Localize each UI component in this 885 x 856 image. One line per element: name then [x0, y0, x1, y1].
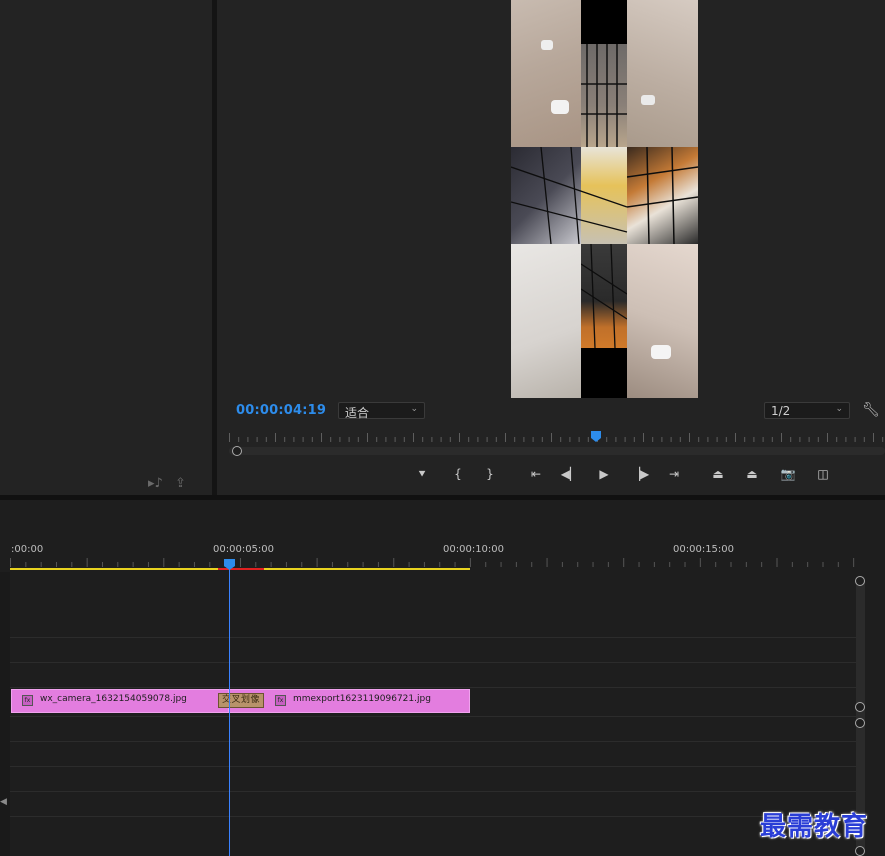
wrench-icon[interactable]: 🔧︎: [862, 402, 880, 418]
timeline-ruler[interactable]: [10, 556, 865, 570]
add-marker-icon[interactable]: ⯆: [411, 462, 433, 486]
extract-icon[interactable]: ⏏: [741, 462, 763, 486]
timeline-playhead-line: [229, 560, 230, 856]
comparison-view-icon[interactable]: ◫: [812, 462, 834, 486]
transport-controls: ⯆ {} ⇤ ◀▏ ▶ ▕▶ ⇥ ⏏ ⏏ 📷 ◫: [217, 462, 885, 488]
fx-badge-icon: fx: [22, 695, 33, 706]
ruler-label: 00:00:05:00: [213, 544, 275, 555]
go-to-in-icon[interactable]: ⇤: [525, 462, 547, 486]
track-row: [10, 741, 856, 742]
scrollbar-handle-top[interactable]: [855, 576, 865, 586]
step-forward-icon[interactable]: ▕▶: [629, 462, 651, 486]
track-arrow-icon: ◀: [0, 797, 7, 807]
export-icon[interactable]: ⇪: [175, 476, 186, 491]
clip-mmexport[interactable]: fx mmexport1623119096721.jpg: [229, 689, 470, 713]
program-playhead[interactable]: [591, 431, 601, 442]
zoom-scrollbar-handle[interactable]: [232, 446, 242, 456]
mark-in-icon[interactable]: {: [447, 462, 469, 486]
scrollbar-handle-top[interactable]: [855, 718, 865, 728]
watermark-logo: 最需教育: [760, 812, 869, 842]
play-icon[interactable]: ▶: [593, 462, 615, 486]
track-headers: [0, 572, 10, 856]
resolution-select[interactable]: 1/2 ⌄: [764, 402, 850, 419]
track-row: [10, 791, 856, 792]
step-back-icon[interactable]: ◀▏: [559, 462, 581, 486]
cross-wipe-transition[interactable]: 交叉划像: [218, 693, 264, 708]
mark-out-icon[interactable]: }: [479, 462, 501, 486]
chevron-down-icon: ⌄: [835, 404, 843, 414]
track-row: [10, 687, 856, 688]
ruler-label: 00:00:15:00: [673, 544, 735, 555]
track-row: [10, 816, 856, 817]
fit-select[interactable]: 适合 ⌄: [338, 402, 425, 420]
clip-name: mmexport1623119096721.jpg: [293, 694, 431, 704]
timeline-panel: :00:00 00:00:05:00 00:00:10:00 00:00:15:…: [0, 500, 885, 856]
insert-icon[interactable]: ▸♪: [148, 476, 163, 491]
program-time-ruler[interactable]: [229, 430, 885, 444]
playhead-timecode[interactable]: 00:00:04:19: [236, 403, 326, 418]
ruler-label: 00:00:10:00: [443, 544, 505, 555]
scrollbar-handle-bottom[interactable]: [855, 846, 865, 856]
go-to-out-icon[interactable]: ⇥: [663, 462, 685, 486]
resolution-select-value: 1/2: [771, 404, 791, 418]
timeline-playhead[interactable]: [223, 558, 236, 571]
source-panel: ▸♪ ⇪: [0, 0, 212, 495]
track-row: [10, 637, 856, 638]
clip-name: wx_camera_1632154059078.jpg: [40, 694, 187, 704]
chevron-down-icon: ⌄: [410, 404, 418, 414]
fx-badge-icon: fx: [275, 695, 286, 706]
scrollbar-handle-bottom[interactable]: [855, 702, 865, 712]
ruler-label: :00:00: [11, 544, 44, 555]
lift-icon[interactable]: ⏏: [707, 462, 729, 486]
track-row: [10, 766, 856, 767]
video-preview: [511, 0, 698, 398]
fit-select-value: 适合: [345, 406, 370, 420]
export-frame-icon[interactable]: 📷: [777, 462, 799, 486]
clip-wx-camera[interactable]: fx wx_camera_1632154059078.jpg: [11, 689, 229, 713]
program-monitor: 00:00:04:19 适合 ⌄ 1/2 ⌄ 🔧︎ ⯆ {} ⇤ ◀▏ ▶ ▕▶ ⇥ ⏏ ⏏ 📷 ◫: [217, 0, 885, 495]
track-row: [10, 662, 856, 663]
zoom-scrollbar[interactable]: [229, 446, 885, 456]
track-row: [10, 716, 856, 717]
